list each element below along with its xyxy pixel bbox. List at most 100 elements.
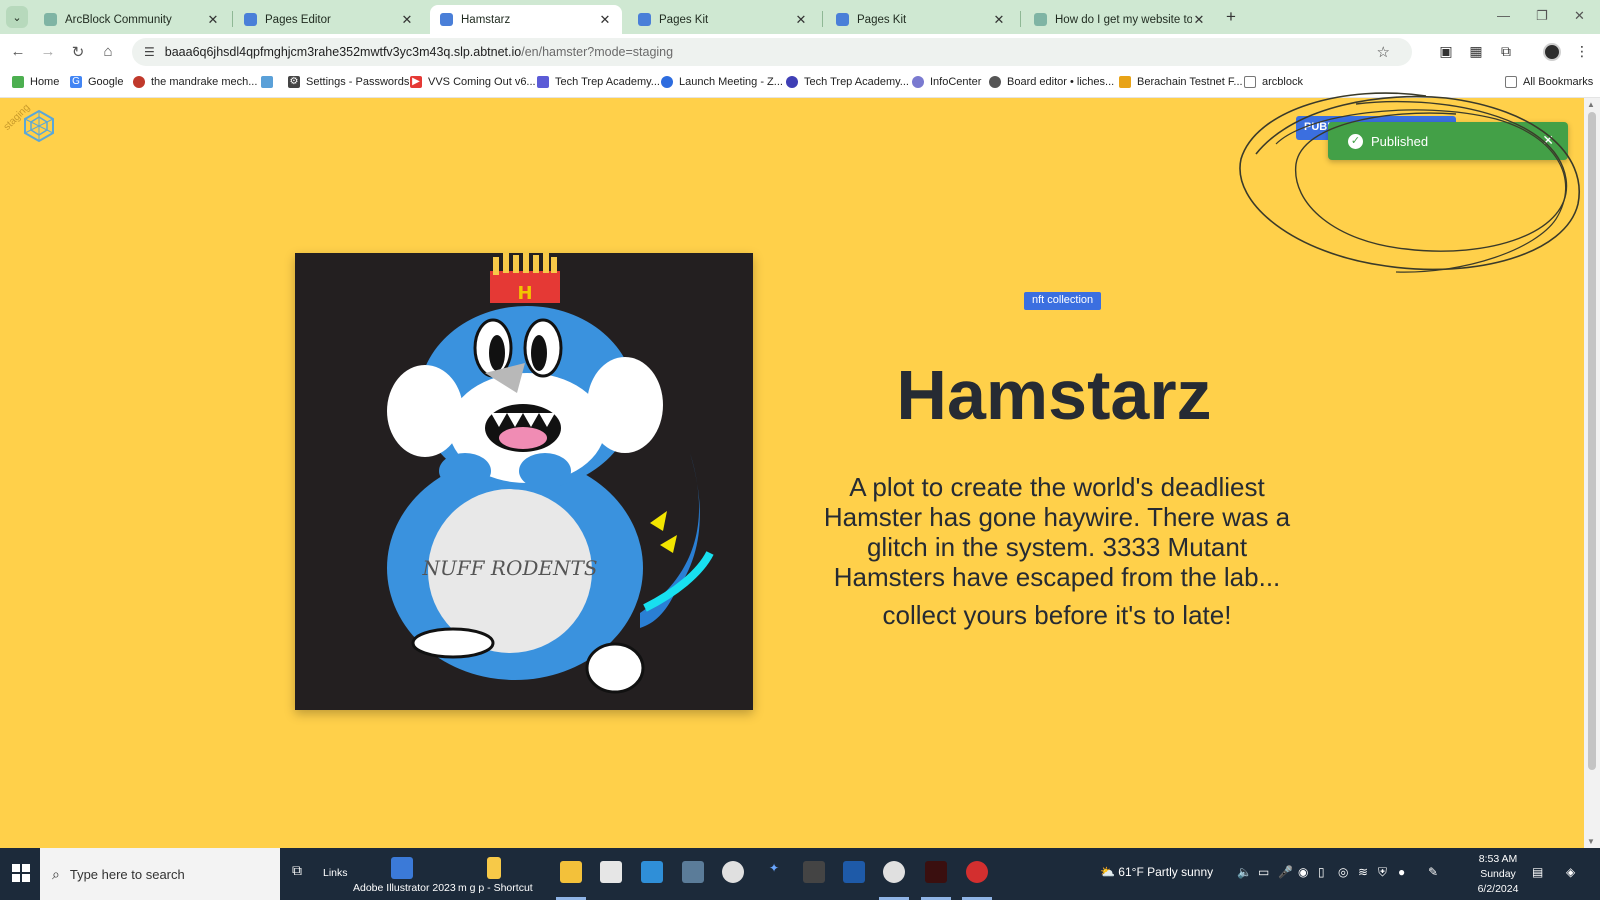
links-toolbar[interactable]: Links (323, 867, 348, 879)
bookmark-launch-meeting[interactable]: Launch Meeting - Z... (661, 76, 783, 88)
page-scrollbar[interactable]: ▲ ▼ (1584, 98, 1600, 848)
taskbar-search-box[interactable]: ⌕ Type here to search (40, 848, 280, 900)
mgp-shortcut[interactable]: m g p - Shortcut (458, 882, 533, 894)
more-menu-icon[interactable]: ⋮ (1572, 43, 1592, 60)
gear-icon: ⚙ (288, 76, 300, 88)
bookmark-google[interactable]: G Google (70, 76, 123, 88)
tab-pages-kit-1[interactable]: Pages Kit ✕ (628, 5, 818, 34)
chrome-profile-icon[interactable] (883, 861, 905, 883)
close-toast-icon[interactable]: ✕ (1542, 132, 1554, 149)
bookmark-settings-passwords[interactable]: ⚙ Settings - Passwords (288, 76, 409, 88)
chrome-tray-icon[interactable]: ◎ (1338, 865, 1348, 879)
pinned-app-icon[interactable] (391, 857, 413, 879)
pages-favicon-icon (638, 13, 651, 26)
belly-text: NUFF RODENTS (421, 556, 597, 580)
calculator-icon[interactable] (682, 861, 704, 883)
microphone-icon[interactable]: 🎤 (1278, 865, 1293, 879)
close-tab-icon[interactable]: ✕ (794, 12, 808, 28)
forward-arrow-icon[interactable]: → (38, 43, 58, 60)
bookmark-label: VVS Coming Out v6... (428, 76, 536, 88)
tab-divider (822, 11, 823, 27)
home-icon[interactable]: ⌂ (98, 43, 118, 60)
profile-avatar[interactable] (1543, 43, 1561, 61)
bookmark-label: All Bookmarks (1523, 76, 1594, 88)
minimize-icon[interactable]: — (1497, 8, 1510, 23)
tab-how-do-i[interactable]: How do I get my website to pu ✕ (1024, 5, 1216, 34)
close-tab-icon[interactable]: ✕ (400, 12, 414, 28)
windows-start-icon[interactable] (12, 864, 30, 882)
back-arrow-icon[interactable]: ← (8, 43, 28, 60)
restore-icon[interactable]: ❐ (1536, 8, 1548, 24)
bookmark-mandrake[interactable]: the mandrake mech... (133, 76, 257, 88)
bookmark-tech-trep-1[interactable]: Tech Trep Academy... (537, 76, 660, 88)
close-window-icon[interactable]: ✕ (1574, 8, 1585, 24)
tab-divider (1020, 11, 1021, 27)
bookmark-star-icon[interactable]: ☆ (1377, 43, 1390, 61)
wifi-icon[interactable]: ≋ (1358, 865, 1368, 879)
bookmark-vvs[interactable]: ▶ VVS Coming Out v6... (410, 76, 536, 88)
chrome-icon[interactable] (722, 861, 744, 883)
scroll-up-icon[interactable]: ▲ (1587, 100, 1595, 109)
game-app-icon[interactable] (600, 861, 622, 883)
site-info-icon[interactable]: ☰ (144, 45, 155, 59)
bookmark-board-editor[interactable]: Board editor • liches... (989, 76, 1114, 88)
adobe-illustrator-shortcut[interactable]: Adobe Illustrator 2023 (353, 882, 456, 894)
tab-arcblock-community[interactable]: ArcBlock Community ✕ (34, 5, 230, 34)
record-icon[interactable]: ◉ (1298, 865, 1308, 879)
new-tab-button[interactable]: + (1226, 7, 1236, 27)
teams-icon[interactable]: ◈ (1566, 865, 1575, 879)
amazon-icon[interactable] (803, 861, 825, 883)
nft-hero-image: NUFF RODENTS H (295, 253, 753, 710)
tab-title: Pages Editor (265, 13, 331, 26)
close-tab-icon[interactable]: ✕ (1192, 12, 1206, 28)
bookmark-infocenter[interactable]: InfoCenter (912, 76, 981, 88)
scroll-down-icon[interactable]: ▼ (1587, 837, 1595, 846)
tab-pages-kit-2[interactable]: Pages Kit ✕ (826, 5, 1016, 34)
notifications-icon[interactable]: ▤ (1532, 865, 1543, 879)
bookmark-berachain[interactable]: Berachain Testnet F... (1119, 76, 1243, 88)
home-bookmark-icon (12, 76, 24, 88)
berachain-icon (1119, 76, 1131, 88)
task-view-icon[interactable]: ⧉ (292, 862, 302, 879)
bookmark-unnamed[interactable] (261, 76, 279, 88)
system-clock[interactable]: 8:53 AM Sunday 6/2/2024 (1466, 852, 1530, 897)
cast-icon[interactable]: ▣ (1436, 43, 1456, 60)
meet-now-icon[interactable]: ▭ (1258, 865, 1269, 879)
firefox-tray-icon[interactable]: ● (1398, 865, 1405, 879)
close-tab-icon[interactable]: ✕ (992, 12, 1006, 28)
clock-date: 6/2/2024 (1477, 883, 1519, 895)
bookmark-arcblock-folder[interactable]: arcblock (1244, 76, 1303, 88)
close-tab-icon[interactable]: ✕ (206, 12, 220, 28)
grid-extension-icon[interactable]: ▦ (1466, 43, 1486, 60)
illustrator-app-icon[interactable] (925, 861, 947, 883)
tech-trep-icon (786, 76, 798, 88)
volume-icon[interactable]: 🔈 (1237, 865, 1252, 879)
tab-pages-editor[interactable]: Pages Editor ✕ (234, 5, 424, 34)
weather-widget[interactable]: ⛅ 61°F Partly sunny (1100, 865, 1213, 879)
bookmark-home[interactable]: Home (12, 76, 59, 88)
tab-hamstarz[interactable]: Hamstarz ✕ (430, 5, 622, 34)
app-store-icon[interactable] (843, 861, 865, 883)
control-panel-icon[interactable] (641, 861, 663, 883)
close-tab-icon[interactable]: ✕ (598, 12, 612, 28)
bookmark-label: Tech Trep Academy... (804, 76, 909, 88)
tab-search-button[interactable]: ⌄ (6, 6, 28, 28)
battery-icon[interactable]: ▯ (1318, 865, 1325, 879)
nft-collection-tag[interactable]: nft collection (1024, 292, 1102, 310)
file-explorer-icon[interactable] (560, 861, 582, 883)
bookmark-label: arcblock (1262, 76, 1303, 88)
vscode-icon[interactable]: ✦ (763, 861, 785, 883)
bookmark-label: the mandrake mech... (151, 76, 258, 88)
reload-icon[interactable]: ↻ (68, 43, 88, 61)
scroll-thumb[interactable] (1588, 112, 1596, 770)
pen-icon[interactable]: ✎ (1428, 865, 1438, 879)
all-bookmarks[interactable]: All Bookmarks (1505, 76, 1593, 88)
screen-recorder-icon[interactable] (966, 861, 988, 883)
bookmark-label: Launch Meeting - Z... (679, 76, 783, 88)
bookmark-tech-trep-2[interactable]: Tech Trep Academy... (786, 76, 909, 88)
folder-shortcut-icon[interactable] (487, 857, 501, 879)
extensions-puzzle-icon[interactable]: ⧉ (1496, 43, 1516, 60)
security-shield-icon[interactable]: ⛨ (1378, 865, 1387, 880)
clock-day: Sunday (1480, 868, 1516, 880)
address-bar[interactable]: ☰ baaa6q6jhsdl4qpfmghjcm3rahe352mwtfv3yc… (132, 38, 1412, 66)
